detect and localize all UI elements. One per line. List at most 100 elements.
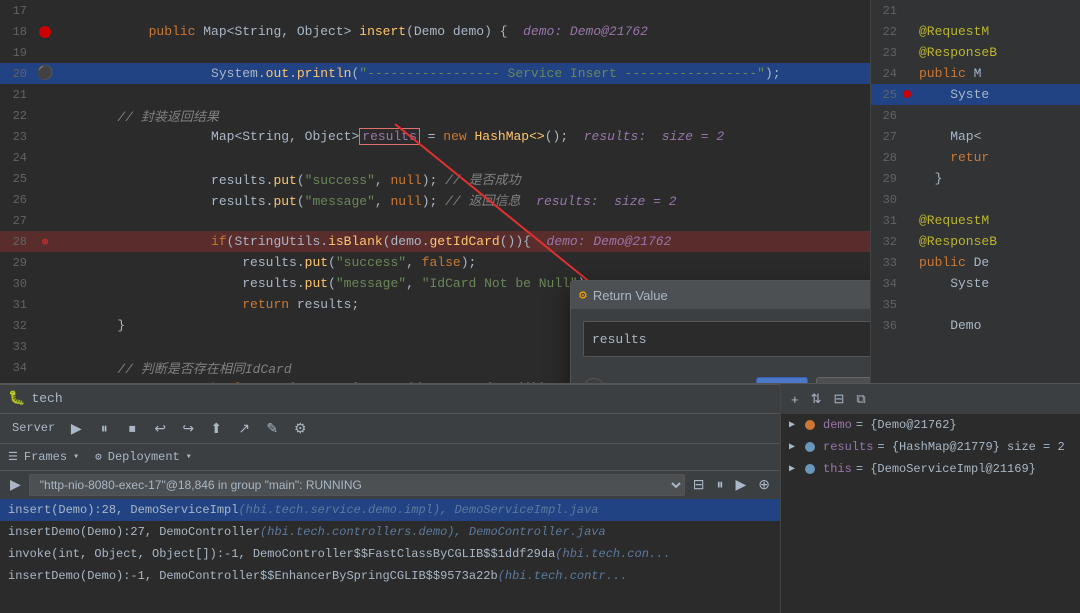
bottom-left: 🐛 tech Server ▶ ⏸ ⏹ ↩ ↪ ⬆ ↗ ✎ ⚙ ☰ Frames… (0, 384, 780, 613)
debug-tab-icon: 🐛 (8, 390, 25, 407)
line-num-21: 21 (0, 88, 35, 102)
thread-play-btn[interactable]: ▶ (6, 474, 25, 495)
right-code-lines: 21 22 @RequestM 23 @ResponseB 24 (871, 0, 1080, 336)
var-expand-this: ▶ (789, 463, 801, 475)
line-num-32: 32 (0, 319, 35, 333)
toolbar-btn-pause[interactable]: ⏸ (91, 416, 117, 440)
vars-filter-btn[interactable]: ⊟ (830, 389, 849, 409)
stack-frame-1[interactable]: insertDemo(Demo):27, DemoController (hbi… (0, 521, 780, 543)
right-line-30: 30 (871, 189, 1080, 210)
vars-copy-btn[interactable]: ⧉ (852, 389, 869, 409)
var-item-results[interactable]: ▶ results = {HashMap@21779} size = 2 (781, 436, 1080, 458)
variables-panel: + ⇅ ⊟ ⧉ ▶ demo = {Demo@21762} ▶ results … (780, 384, 1080, 613)
stack-frames-list: insert(Demo):28, DemoServiceImpl (hbi.te… (0, 499, 780, 613)
frames-dropdown-arrow: ▾ (73, 451, 79, 463)
toolbar-btn-settings[interactable]: ⚙ (287, 416, 313, 440)
exec-arrow-20: ⚫ (36, 65, 53, 82)
frames-bar: ☰ Frames ▾ ⚙ Deployment ▾ (0, 443, 780, 470)
code-line-20: 20 ⚫ System.out.println("---------------… (0, 63, 870, 84)
stack-method-1: insertDemo(Demo):27, DemoController (8, 525, 260, 539)
right-line-27: 27 Map< (871, 126, 1080, 147)
right-code-panel: 21 22 @RequestM 23 @ResponseB 24 (870, 0, 1080, 383)
var-val-results: = {HashMap@21779} size = 2 (877, 440, 1064, 454)
var-item-demo[interactable]: ▶ demo = {Demo@21762} (781, 414, 1080, 436)
main-container: 17 18 public Map<String, Object> insert(… (0, 0, 1080, 613)
var-key-demo: demo (823, 418, 852, 432)
frames-label[interactable]: Frames (24, 450, 67, 464)
line-num-27: 27 (0, 214, 35, 228)
thread-filter-btn[interactable]: ⊟ (689, 474, 709, 495)
right-line-26: 26 (871, 105, 1080, 126)
modal-body (571, 309, 870, 369)
toolbar-btn-stop[interactable]: ⏹ (119, 416, 145, 440)
line-num-28: 28 (0, 235, 35, 249)
modal-title-left: ⚙ Return Value (579, 288, 668, 303)
toolbar-btn-step-over[interactable]: ↪ (175, 416, 201, 440)
kw-public: public (149, 24, 204, 39)
stack-file-0: (hbi.tech.service.demo.impl), DemoServic… (238, 503, 598, 517)
line-num-20: 20 (0, 67, 35, 81)
line-num-24: 24 (0, 151, 35, 165)
modal-ok-button[interactable]: OK (756, 377, 807, 383)
deployment-dropdown-arrow: ▾ (186, 451, 192, 463)
vars-add-btn[interactable]: + (787, 390, 803, 409)
line-num-18: 18 (0, 25, 35, 39)
bottom-area: 🐛 tech Server ▶ ⏸ ⏹ ↩ ↪ ⬆ ↗ ✎ ⚙ ☰ Frames… (0, 383, 1080, 613)
toolbar-btn-step-out[interactable]: ⬆ (203, 416, 229, 440)
toolbar-btn-evaluate[interactable]: ✎ (259, 416, 285, 440)
debug-tab-bar: 🐛 tech (0, 384, 780, 413)
right-line-34: 34 Syste (871, 273, 1080, 294)
var-expand-demo: ▶ (789, 419, 801, 431)
line-num-22: 22 (0, 109, 35, 123)
stack-frame-2[interactable]: invoke(int, Object, Object[]):-1, DemoCo… (0, 543, 780, 565)
debug-tab-label[interactable]: tech (31, 391, 62, 406)
right-line-29: 29 } (871, 168, 1080, 189)
line-num-17: 17 (0, 4, 35, 18)
modal-action-buttons: OK Cancel (756, 377, 870, 383)
modal-input[interactable] (583, 321, 870, 357)
thread-pause-btn[interactable]: ⏸ (712, 474, 727, 495)
toolbar-btn-run-cursor[interactable]: ↗ (231, 416, 257, 440)
return-value-dialog[interactable]: ⚙ Return Value ✕ ? OK Cancel (570, 280, 870, 383)
thread-settings-btn[interactable]: ⊕ (754, 474, 774, 495)
type-map: Map<String, Object> (203, 24, 359, 39)
right-line-36: 36 Demo (871, 315, 1080, 336)
thread-resume-btn[interactable]: ▶ (731, 474, 750, 495)
stack-file-2: (hbi.tech.con... (555, 547, 670, 561)
var-icon-results (805, 442, 815, 452)
line-num-33: 33 (0, 340, 35, 354)
line-num-34: 34 (0, 361, 35, 375)
toolbar-btn-resume[interactable]: ▶ (63, 416, 89, 440)
code-line-23: 23 Map<String, Object>results = new Hash… (0, 126, 870, 147)
stack-method-3: insertDemo(Demo):-1, DemoController$$Enh… (8, 569, 498, 583)
right-line-25: 25 Syste (871, 84, 1080, 105)
vars-sort-btn[interactable]: ⇅ (807, 389, 826, 409)
right-breakpoint-25 (903, 90, 911, 98)
toolbar-btn-step-into[interactable]: ↩ (147, 416, 173, 440)
stack-frame-3[interactable]: insertDemo(Demo):-1, DemoController$$Enh… (0, 565, 780, 587)
thread-selector[interactable]: "http-nio-8080-exec-17"@18,846 in group … (29, 474, 685, 496)
modal-titlebar: ⚙ Return Value ✕ (571, 281, 870, 309)
stack-method-2: invoke(int, Object, Object[]):-1, DemoCo… (8, 547, 555, 561)
vars-toolbar: + ⇅ ⊟ ⧉ (781, 384, 1080, 414)
right-line-31: 31 @RequestM (871, 210, 1080, 231)
var-item-this[interactable]: ▶ this = {DemoServiceImpl@21169} (781, 458, 1080, 480)
stack-file-1: (hbi.tech.controllers.demo), DemoControl… (260, 525, 606, 539)
modal-help-button[interactable]: ? (583, 378, 605, 383)
line-num-35: 35 (0, 382, 35, 384)
gutter-18 (35, 26, 55, 38)
deployment-label[interactable]: Deployment (108, 450, 180, 464)
deployment-icon: ⚙ (95, 450, 102, 464)
right-line-23: 23 @ResponseB (871, 42, 1080, 63)
gutter-28: ⊗ (35, 235, 55, 249)
var-val-this: = {DemoServiceImpl@21169} (856, 462, 1036, 476)
stack-frame-0[interactable]: insert(Demo):28, DemoServiceImpl (hbi.te… (0, 499, 780, 521)
error-icon-28: ⊗ (42, 235, 49, 249)
modal-icon: ⚙ (579, 288, 587, 303)
right-line-35: 35 (871, 294, 1080, 315)
var-expand-results: ▶ (789, 441, 801, 453)
right-line-32: 32 @ResponseB (871, 231, 1080, 252)
var-val-demo: = {Demo@21762} (856, 418, 957, 432)
code-line-21: 21 (0, 84, 870, 105)
modal-cancel-button[interactable]: Cancel (816, 377, 870, 383)
